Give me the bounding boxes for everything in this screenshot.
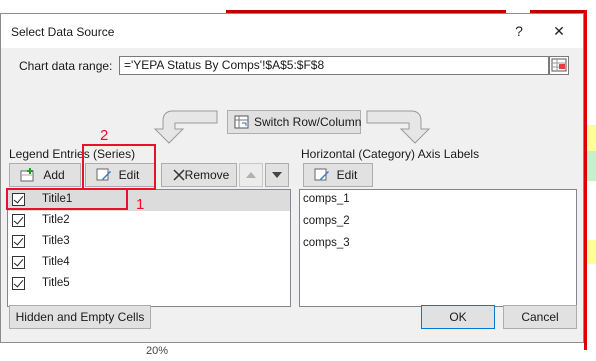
series-row-4[interactable]: Title4 xyxy=(8,253,290,274)
collapse-range-button[interactable] xyxy=(549,56,569,75)
dialog-title: Select Data Source xyxy=(11,25,115,39)
series-label: Title2 xyxy=(42,214,70,226)
ok-button[interactable]: OK xyxy=(421,305,495,329)
chart-data-range-input[interactable]: ='YEPA Status By Comps'!$A$5:$F$8 xyxy=(119,56,549,75)
cancel-button[interactable]: Cancel xyxy=(503,305,577,329)
category-item[interactable]: comps_1 xyxy=(303,193,350,205)
close-button[interactable]: ✕ xyxy=(547,20,571,42)
range-select-icon xyxy=(551,58,567,72)
switch-row-column-button[interactable]: Switch Row/Column xyxy=(227,110,361,134)
add-series-button[interactable]: Add xyxy=(9,163,81,187)
dialog-titlebar: Select Data Source ? ✕ xyxy=(1,14,583,48)
series-checkbox-4[interactable] xyxy=(12,256,25,269)
arrow-down-icon xyxy=(272,172,282,178)
remove-series-button[interactable]: Remove xyxy=(161,163,237,187)
arrow-up-icon xyxy=(246,172,256,178)
move-up-button[interactable] xyxy=(239,163,263,187)
help-button[interactable]: ? xyxy=(507,20,531,42)
background-yellow-strip-2 xyxy=(587,240,596,264)
switch-row-column-icon xyxy=(234,115,249,129)
series-label: Title4 xyxy=(42,256,70,268)
move-down-button[interactable] xyxy=(265,163,289,187)
series-row-3[interactable]: Title3 xyxy=(8,232,290,253)
hidden-empty-cells-button[interactable]: Hidden and Empty Cells xyxy=(9,305,151,329)
chart-data-range-label: Chart data range: xyxy=(19,59,113,73)
annotation-number-two: 2 xyxy=(100,127,109,144)
background-cell-text: 20% xyxy=(146,345,169,357)
switch-left-arrow-icon xyxy=(153,110,218,144)
switch-right-arrow-icon xyxy=(366,110,431,144)
category-item[interactable]: comps_2 xyxy=(303,215,350,227)
category-item[interactable]: comps_3 xyxy=(303,237,350,249)
axis-labels-heading: Horizontal (Category) Axis Labels xyxy=(301,147,480,161)
series-checkbox-5[interactable] xyxy=(12,277,25,290)
switch-row-column-label: Switch Row/Column xyxy=(254,115,362,129)
category-list: comps_1 comps_2 comps_3 xyxy=(299,189,577,307)
background-yellow-strip xyxy=(587,125,596,151)
remove-x-icon xyxy=(173,169,185,181)
annotation-number-one: 1 xyxy=(136,196,145,213)
add-icon xyxy=(20,168,34,182)
background-green-strip xyxy=(587,151,596,181)
edit-axis-labels-button[interactable]: Edit xyxy=(303,163,373,187)
edit-icon xyxy=(314,168,329,181)
annotation-box-series-1 xyxy=(6,188,128,210)
series-row-2[interactable]: Title2 xyxy=(8,211,290,232)
series-checkbox-3[interactable] xyxy=(12,235,25,248)
series-label: Title3 xyxy=(42,235,70,247)
series-row-5[interactable]: Title5 xyxy=(8,274,290,295)
series-label: Title5 xyxy=(42,277,70,289)
annotation-box-edit xyxy=(82,144,156,190)
series-checkbox-2[interactable] xyxy=(12,214,25,227)
